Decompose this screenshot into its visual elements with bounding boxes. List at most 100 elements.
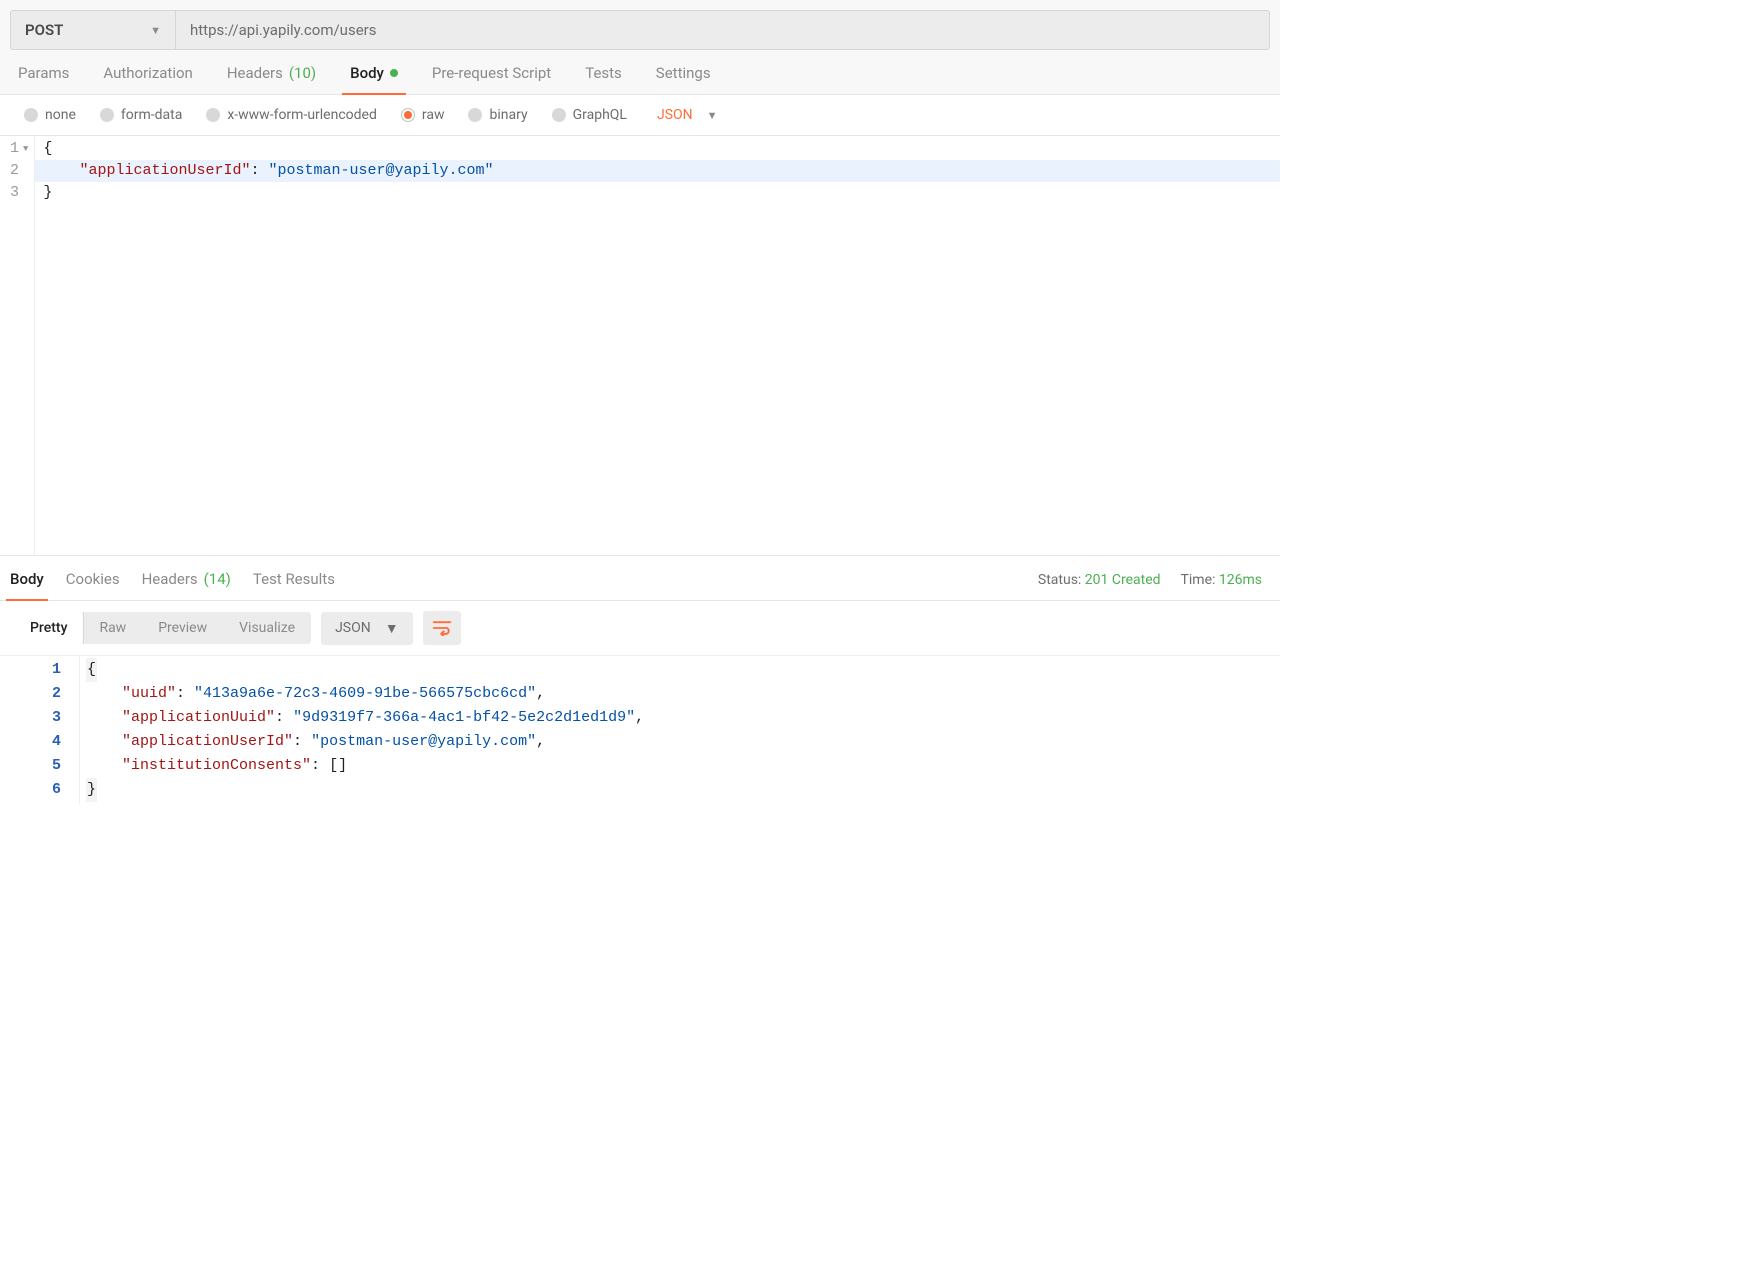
view-pretty[interactable]: Pretty	[14, 612, 84, 644]
response-gutter: 1 2 3 4 5 6	[0, 656, 80, 804]
code-token: :	[293, 733, 311, 750]
code-token: "9d9319f7-366a-4ac1-bf42-5e2c2d1ed1d9"	[293, 709, 635, 726]
editor-code[interactable]: { "applicationUserId": "postman-user@yap…	[35, 136, 1280, 555]
line-number: 1	[10, 658, 61, 682]
http-method-value: POST	[25, 21, 63, 39]
response-tab-headers-count: (14)	[204, 570, 231, 588]
status-label: Status:	[1038, 572, 1081, 588]
radio-icon	[24, 108, 38, 122]
line-number: 6	[10, 778, 61, 802]
body-type-raw[interactable]: raw	[401, 107, 445, 123]
code-token: :	[176, 685, 194, 702]
tab-settings[interactable]: Settings	[656, 64, 711, 94]
time-label: Time:	[1181, 572, 1216, 588]
body-type-none-label: none	[45, 107, 76, 123]
code-token: "applicationUserId"	[122, 733, 293, 750]
body-format-select[interactable]: JSON ▼	[657, 107, 718, 123]
tab-headers[interactable]: Headers (10)	[227, 64, 316, 94]
code-token: "institutionConsents"	[122, 757, 311, 774]
code-token: ,	[635, 709, 644, 726]
response-tab-body[interactable]: Body	[10, 570, 44, 600]
tab-authorization[interactable]: Authorization	[103, 64, 192, 94]
code-token: :	[275, 709, 293, 726]
editor-gutter: 1▼ 2▼ 3▼	[0, 136, 35, 555]
tab-body-label: Body	[350, 64, 384, 82]
status-value: 201 Created	[1085, 572, 1161, 588]
response-toolbar: Pretty Raw Preview Visualize JSON ▼	[0, 601, 1280, 655]
response-tabs: Body Cookies Headers (14) Test Results	[10, 570, 335, 600]
body-type-urlencoded-label: x-www-form-urlencoded	[227, 107, 377, 123]
code-token: :	[250, 162, 268, 179]
code-token: "413a9a6e-72c3-4609-91be-566575cbc6cd"	[194, 685, 536, 702]
tab-prerequest-script[interactable]: Pre-request Script	[432, 64, 551, 94]
line-number: 5	[10, 754, 61, 778]
response-time: Time: 126ms	[1181, 572, 1262, 588]
view-raw[interactable]: Raw	[83, 612, 142, 644]
code-token: "applicationUserId"	[79, 162, 250, 179]
code-token: {	[86, 658, 97, 682]
body-type-form-data[interactable]: form-data	[100, 107, 182, 123]
radio-icon	[401, 108, 415, 122]
code-token: []	[329, 757, 347, 774]
response-body-editor[interactable]: 1 2 3 4 5 6 { "uuid": "413a9a6e-72c3-460…	[0, 655, 1280, 804]
code-token: "postman-user@yapily.com"	[268, 162, 493, 179]
body-type-binary-label: binary	[489, 107, 527, 123]
code-token: "postman-user@yapily.com"	[311, 733, 536, 750]
wrap-lines-button[interactable]	[423, 611, 461, 645]
request-tabs: Params Authorization Headers (10) Body P…	[0, 50, 1280, 95]
response-header: Body Cookies Headers (14) Test Results S…	[0, 556, 1280, 601]
view-preview[interactable]: Preview	[142, 612, 223, 644]
fold-caret-icon[interactable]: ▼	[23, 138, 28, 160]
request-url-value: https://api.yapily.com/users	[190, 21, 376, 39]
chevron-down-icon: ▼	[707, 109, 718, 122]
code-token: "uuid"	[122, 685, 176, 702]
body-type-selector: none form-data x-www-form-urlencoded raw…	[0, 95, 1280, 136]
radio-icon	[100, 108, 114, 122]
code-token: ,	[536, 685, 545, 702]
body-format-value: JSON	[657, 107, 693, 123]
time-value: 126ms	[1219, 572, 1262, 588]
wrap-lines-icon	[432, 620, 452, 636]
response-meta: Status: 201 Created Time: 126ms	[1038, 572, 1262, 598]
code-token: }	[86, 778, 97, 802]
line-number: 2	[10, 160, 19, 182]
line-number: 2	[10, 682, 61, 706]
body-type-graphql-label: GraphQL	[573, 107, 627, 123]
response-format-select[interactable]: JSON ▼	[321, 612, 413, 645]
view-visualize[interactable]: Visualize	[223, 612, 311, 644]
tab-tests[interactable]: Tests	[585, 64, 622, 94]
request-body-editor[interactable]: 1▼ 2▼ 3▼ { "applicationUserId": "postman…	[0, 136, 1280, 556]
radio-icon	[206, 108, 220, 122]
modified-indicator-icon	[390, 69, 398, 77]
http-method-select[interactable]: POST ▼	[10, 10, 175, 50]
line-number: 3	[10, 182, 19, 204]
code-token: ,	[536, 733, 545, 750]
body-type-none[interactable]: none	[24, 107, 76, 123]
line-number: 3	[10, 706, 61, 730]
body-type-raw-label: raw	[422, 107, 445, 123]
response-status: Status: 201 Created	[1038, 572, 1161, 588]
line-number: 1	[10, 138, 19, 160]
request-url-input[interactable]: https://api.yapily.com/users	[175, 10, 1270, 50]
response-tab-headers[interactable]: Headers (14)	[142, 570, 231, 600]
tab-headers-count: (10)	[289, 64, 316, 82]
response-tab-test-results[interactable]: Test Results	[253, 570, 335, 600]
response-code[interactable]: { "uuid": "413a9a6e-72c3-4609-91be-56657…	[80, 656, 1280, 804]
body-type-urlencoded[interactable]: x-www-form-urlencoded	[206, 107, 377, 123]
line-number: 4	[10, 730, 61, 754]
chevron-down-icon: ▼	[150, 24, 161, 37]
body-type-binary[interactable]: binary	[468, 107, 527, 123]
body-type-graphql[interactable]: GraphQL	[552, 107, 627, 123]
tab-params[interactable]: Params	[18, 64, 69, 94]
tab-headers-label: Headers	[227, 64, 283, 82]
response-tab-headers-label: Headers	[142, 570, 198, 588]
response-view-mode: Pretty Raw Preview Visualize	[14, 612, 311, 644]
code-token: }	[43, 184, 52, 201]
code-token: "applicationUuid"	[122, 709, 275, 726]
chevron-down-icon: ▼	[385, 620, 399, 637]
tab-body[interactable]: Body	[350, 64, 398, 94]
response-format-value: JSON	[335, 620, 371, 636]
code-token: :	[311, 757, 329, 774]
radio-icon	[552, 108, 566, 122]
response-tab-cookies[interactable]: Cookies	[66, 570, 120, 600]
